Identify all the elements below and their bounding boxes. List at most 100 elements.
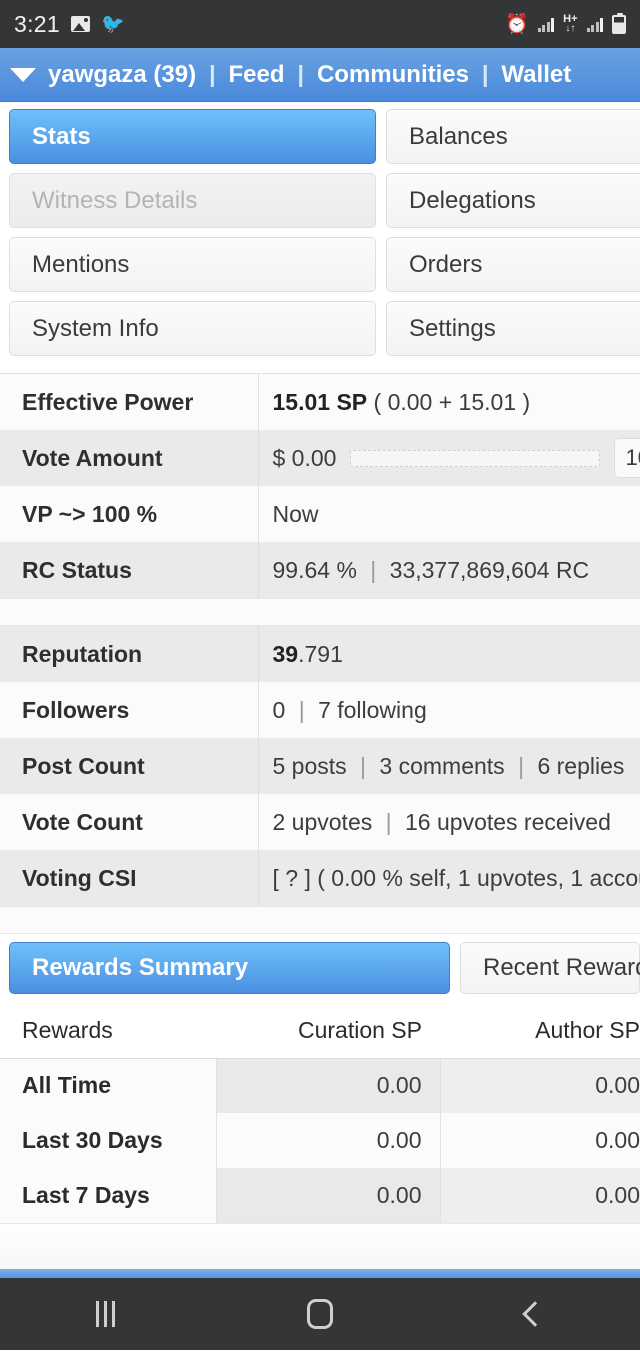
- curation-sp-value: 0.00: [215, 1113, 440, 1168]
- vote-amount-value: $ 0.00: [272, 444, 337, 471]
- nav-link-communities[interactable]: Communities: [317, 61, 469, 89]
- column-header-rewards: Rewards: [0, 1003, 216, 1059]
- vote-percent-field[interactable]: 100%: [614, 438, 640, 478]
- row-label: Reputation: [0, 626, 259, 682]
- vote-weight-slider[interactable]: [350, 449, 601, 467]
- table-row-followers: Followers 0 | 7 following: [0, 682, 640, 738]
- rewards-tab-bar: Rewards Summary Recent Rewards: [0, 934, 640, 1003]
- recents-icon[interactable]: [96, 1301, 116, 1327]
- following-count: 7 following: [318, 696, 427, 723]
- battery-icon: [612, 12, 626, 34]
- upvotes-received: 16 upvotes received: [405, 808, 611, 835]
- curation-sp-value: 0.00: [215, 1058, 440, 1113]
- tab-mentions[interactable]: Mentions: [9, 237, 376, 292]
- caret-down-icon[interactable]: [10, 67, 36, 82]
- column-header-curation-sp: Curation SP: [216, 1003, 440, 1059]
- hplus-data-icon: H+ ↓↑: [563, 14, 577, 34]
- table-row: Last 7 Days 0.00 0.00: [0, 1168, 640, 1223]
- tab-stats[interactable]: Stats: [9, 109, 376, 164]
- reputation-frac: .791: [298, 640, 343, 667]
- header-separator-3: |: [481, 61, 489, 87]
- app-header: yawgaza (39) | Feed | Communities | Wall…: [0, 48, 640, 102]
- header-separator-1: |: [209, 61, 216, 87]
- row-value: [ ? ] ( 0.00 % self, 1 upvotes, 1 accoun…: [272, 864, 640, 891]
- value-separator: |: [370, 556, 377, 583]
- account-link[interactable]: yawgaza (39): [48, 61, 196, 89]
- table-gap-2: [0, 906, 640, 934]
- row-value: 39.791: [258, 626, 640, 682]
- row-value: $ 0.00 100%: [258, 430, 640, 486]
- tab-system-info[interactable]: System Info: [9, 301, 376, 356]
- table-header-row: Rewards Curation SP Author SP: [0, 1003, 640, 1059]
- row-value: 2 upvotes | 16 upvotes received: [258, 794, 640, 850]
- row-label: Vote Amount: [0, 430, 259, 486]
- signal-bars-icon: [537, 17, 555, 32]
- phone-screen: 3:21 🐦 ⏰ H+ ↓↑ yawgaza (39) | Feed | Com…: [0, 0, 640, 1351]
- home-icon[interactable]: [307, 1299, 334, 1329]
- tab-recent-rewards[interactable]: Recent Rewards: [460, 942, 640, 994]
- rc-percent: 99.64 %: [272, 556, 357, 583]
- row-label: Followers: [0, 682, 259, 738]
- clock-text: 3:21: [14, 10, 60, 37]
- section-divider: [0, 364, 640, 374]
- row-label: Effective Power: [0, 374, 259, 430]
- tab-balances[interactable]: Balances: [386, 109, 640, 164]
- signal-bars-icon-2: [586, 17, 603, 32]
- period-label: Last 7 Days: [0, 1168, 216, 1223]
- table-row: All Time 0.00 0.00: [0, 1058, 640, 1113]
- header-separator-2: |: [297, 61, 304, 87]
- table-row-effective-power: Effective Power 15.01 SP ( 0.00 + 15.01 …: [0, 374, 640, 430]
- rc-amount: 33,377,869,604 RC: [389, 556, 590, 583]
- next-section-strip[interactable]: [0, 1269, 640, 1278]
- back-icon[interactable]: [522, 1301, 548, 1327]
- author-sp-value: 0.00: [439, 1058, 640, 1113]
- table-row-vp: VP ~> 100 % Now: [0, 486, 640, 542]
- twitter-icon: 🐦: [100, 13, 125, 35]
- curation-sp-value: 0.00: [215, 1168, 440, 1223]
- tab-rewards-summary[interactable]: Rewards Summary: [9, 942, 450, 994]
- author-sp-value: 0.00: [439, 1113, 640, 1168]
- tab-grid-gutter-4: [376, 301, 386, 356]
- value-separator: |: [518, 752, 525, 779]
- table-row-vote-count: Vote Count 2 upvotes | 16 upvotes receiv…: [0, 794, 640, 850]
- table-gap: [0, 598, 640, 626]
- posts-count: 5 posts: [272, 752, 347, 779]
- nav-link-feed[interactable]: Feed: [229, 61, 285, 89]
- row-label: Voting CSI: [0, 850, 259, 906]
- row-value: Now: [272, 500, 319, 527]
- table-row-post-count: Post Count 5 posts | 3 comments | 6 repl…: [0, 738, 640, 794]
- author-sp-value: 0.00: [439, 1168, 640, 1223]
- stats-primary-table: Effective Power 15.01 SP ( 0.00 + 15.01 …: [0, 374, 640, 598]
- table-row: Last 30 Days 0.00 0.00: [0, 1113, 640, 1168]
- row-label: VP ~> 100 %: [0, 486, 259, 542]
- value-separator: |: [360, 752, 367, 779]
- tab-delegations[interactable]: Delegations: [386, 173, 640, 228]
- hplus-arrows: ↓↑: [565, 23, 576, 34]
- gallery-icon: [70, 16, 90, 32]
- alarm-icon: ⏰: [504, 13, 529, 35]
- row-value: 5 posts | 3 comments | 6 replies: [258, 738, 640, 794]
- row-label: Vote Count: [0, 794, 259, 850]
- stats-secondary-table: Reputation 39.791 Followers 0 | 7 follow…: [0, 626, 640, 906]
- value-separator: |: [385, 808, 392, 835]
- replies-count: 6 replies: [537, 752, 625, 779]
- rewards-table: Rewards Curation SP Author SP All Time 0…: [0, 1003, 640, 1223]
- effective-power-value: 15.01 SP: [272, 388, 368, 415]
- status-bar-right: ⏰ H+ ↓↑: [504, 12, 626, 35]
- table-row-reputation: Reputation 39.791: [0, 626, 640, 682]
- tab-grid: Stats Balances Witness Details Delegatio…: [0, 102, 640, 364]
- nav-link-wallet[interactable]: Wallet: [501, 61, 571, 89]
- tab-settings[interactable]: Settings: [386, 301, 640, 356]
- table-row-rc-status: RC Status 99.64 % | 33,377,869,604 RC: [0, 542, 640, 598]
- comments-count: 3 comments: [379, 752, 505, 779]
- tab-witness-details: Witness Details: [9, 173, 376, 228]
- upvotes-given: 2 upvotes: [272, 808, 373, 835]
- value-separator: |: [298, 696, 305, 723]
- period-label: All Time: [0, 1058, 216, 1113]
- tab-grid-gutter: [376, 109, 386, 164]
- row-value: 0 | 7 following: [258, 682, 640, 738]
- row-label: RC Status: [0, 542, 259, 598]
- table-row-voting-csi: Voting CSI [ ? ] ( 0.00 % self, 1 upvote…: [0, 850, 640, 906]
- tab-orders[interactable]: Orders: [386, 237, 640, 292]
- status-bar-left: 3:21 🐦: [14, 11, 125, 38]
